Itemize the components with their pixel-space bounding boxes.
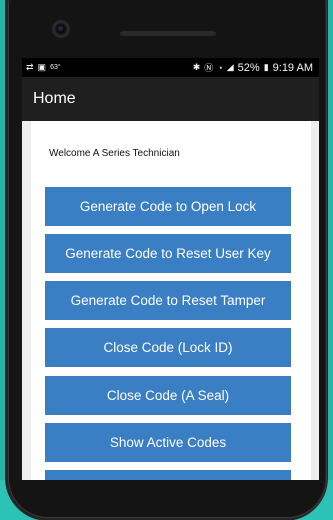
- generate-open-lock-button[interactable]: Generate Code to Open Lock: [45, 187, 291, 226]
- clock-time: 9:19 AM: [272, 61, 313, 74]
- signal-alt-icon: ⇄: [26, 62, 34, 72]
- show-active-codes-button[interactable]: Show Active Codes: [45, 423, 291, 462]
- page-title: Home: [33, 90, 76, 107]
- image-icon: ▣: [37, 62, 47, 72]
- nfc-icon: Ⓝ: [204, 63, 214, 73]
- temperature: 63°: [50, 64, 61, 71]
- welcome-text: Welcome A Series Technician: [49, 148, 180, 159]
- earpiece-speaker: [120, 31, 216, 36]
- status-left: ⇄ ▣ 63°: [26, 62, 61, 73]
- app-bar: Home: [22, 77, 319, 121]
- content-card: Welcome A Series Technician Generate Cod…: [31, 121, 311, 480]
- front-camera: [54, 22, 68, 36]
- phone-screen: ⇄ ▣ 63° ✱ Ⓝ ◔ ◢ 52% ▮ 9:19 AM Home Welco…: [22, 58, 319, 480]
- generate-reset-user-key-button[interactable]: Generate Code to Reset User Key: [45, 234, 291, 273]
- next-action-button[interactable]: [45, 470, 291, 480]
- bluetooth-icon: ✱: [192, 62, 201, 72]
- close-code-lock-id-button[interactable]: Close Code (Lock ID): [45, 328, 291, 367]
- wifi-icon: ◔: [217, 62, 223, 73]
- close-code-a-seal-button[interactable]: Close Code (A Seal): [45, 376, 291, 415]
- generate-reset-tamper-button[interactable]: Generate Code to Reset Tamper: [45, 281, 291, 320]
- battery-icon: ▮: [263, 62, 269, 72]
- status-right: ✱ Ⓝ ◔ ◢ 52% ▮ 9:19 AM: [193, 61, 313, 74]
- battery-percent: 52%: [237, 61, 260, 74]
- signal-icon: ◢: [226, 62, 234, 72]
- status-bar: ⇄ ▣ 63° ✱ Ⓝ ◔ ◢ 52% ▮ 9:19 AM: [22, 58, 319, 77]
